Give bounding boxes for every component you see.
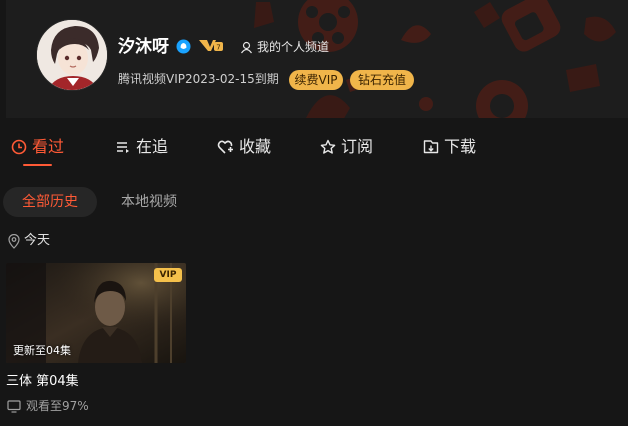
- username: 汐沐呀: [118, 37, 169, 57]
- history-item-title[interactable]: 三体 第04集: [6, 374, 79, 390]
- filter-all-history[interactable]: 全部历史: [3, 187, 97, 217]
- avatar[interactable]: [36, 19, 108, 91]
- tab-favorites[interactable]: 收藏: [217, 136, 271, 158]
- renew-vip-button[interactable]: 续费VIP: [289, 70, 343, 90]
- tab-subscriptions[interactable]: 订阅: [320, 136, 373, 158]
- star-icon: [320, 139, 336, 154]
- date-group-label: 今天: [24, 233, 51, 248]
- filter-local-video[interactable]: 本地视频: [107, 187, 191, 217]
- vip-expiry-text: 腾讯视频VIP2023-02-15到期: [118, 72, 279, 86]
- list-icon: [117, 142, 129, 153]
- vip-badge: VIP: [154, 268, 182, 282]
- watch-progress-text: 观看至97%: [26, 399, 89, 413]
- tab-following-label: 在追: [136, 137, 169, 156]
- monitor-icon: [7, 399, 21, 413]
- heart-icon: [217, 140, 233, 154]
- user-icon: [241, 41, 252, 53]
- date-group-header: 今天: [8, 233, 50, 249]
- active-tab-indicator: [23, 164, 52, 166]
- my-channel-label: 我的个人频道: [257, 40, 330, 54]
- episode-update-label: 更新至04集: [13, 344, 71, 357]
- clock-icon: [11, 139, 27, 155]
- svg-text:7: 7: [216, 44, 220, 52]
- location-pin-icon: [8, 233, 20, 249]
- tab-favorites-label: 收藏: [239, 137, 272, 156]
- my-channel-link[interactable]: 我的个人频道: [240, 39, 329, 55]
- history-tabs: 看过 在追 收藏 订阅 下载: [0, 118, 628, 174]
- tab-downloads-label: 下载: [444, 137, 477, 156]
- verified-badge-icon: [176, 39, 191, 54]
- tab-watched[interactable]: 看过: [11, 136, 64, 158]
- tab-downloads[interactable]: 下载: [423, 136, 476, 158]
- download-icon: [423, 140, 439, 154]
- vip-level-badge-icon: 7: [199, 40, 223, 52]
- avatar-illustration: [37, 20, 107, 90]
- tab-watched-label: 看过: [32, 137, 65, 156]
- diamond-topup-button[interactable]: 钻石充值: [350, 70, 414, 90]
- tab-subscriptions-label: 订阅: [341, 137, 374, 156]
- tab-following[interactable]: 在追: [115, 136, 168, 158]
- watch-progress: 观看至97%: [7, 399, 89, 413]
- history-item-card[interactable]: VIP 更新至04集: [6, 263, 186, 363]
